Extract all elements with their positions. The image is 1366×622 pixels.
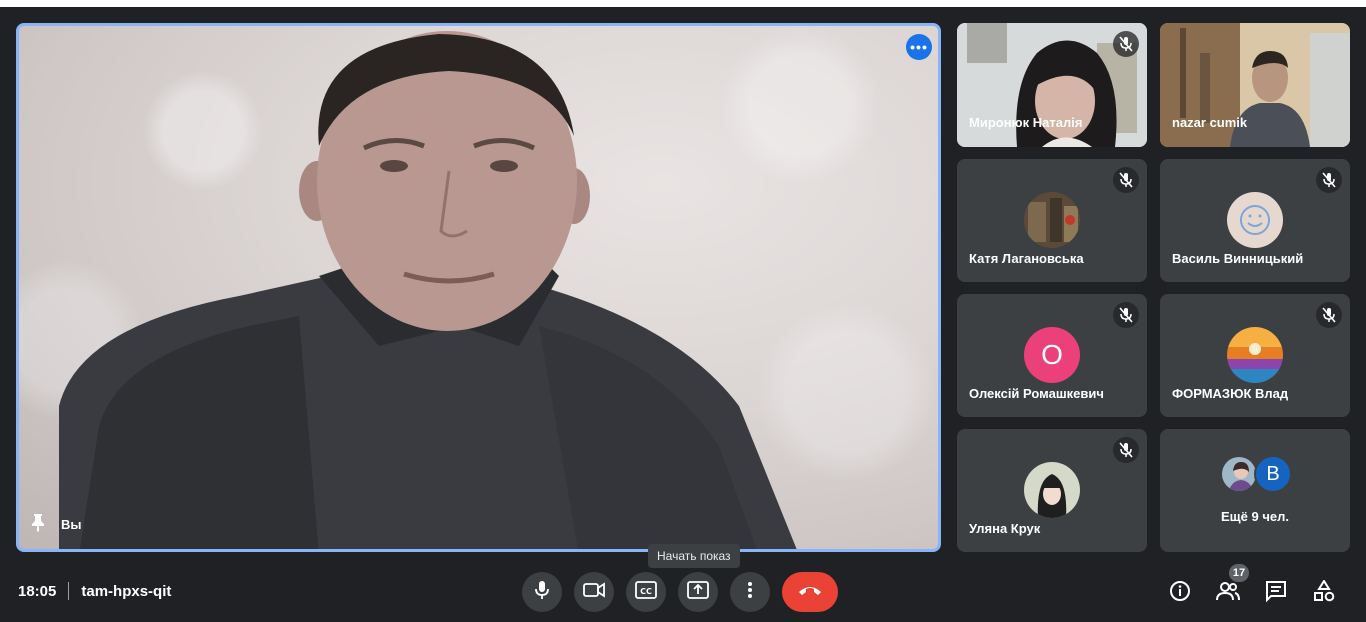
mic-off-icon [1113,167,1139,193]
participant-tile-2[interactable]: nazar cumik [1160,23,1350,147]
main-name-label: Вы [29,512,82,537]
meeting-info: 18:05 tam-hpxs-qit [18,582,171,600]
mic-icon [534,580,550,605]
end-call-icon [797,583,823,601]
main-video-tile[interactable]: ••• Вы [16,23,941,552]
more-avatar-photo [1220,455,1258,493]
participant-tile-1[interactable]: Миронюк Наталія [957,23,1147,147]
present-tooltip: Начать показ [648,544,740,568]
end-call-button[interactable] [782,572,838,612]
self-video-person [59,31,797,549]
more-participants-tile[interactable]: В Ещё 9 чел. [1160,429,1350,552]
mic-off-icon [1113,437,1139,463]
meeting-code: tam-hpxs-qit [81,582,172,600]
participant-tile-4[interactable]: Василь Винницький [1160,159,1350,282]
participant-name-7: Уляна Крук [969,521,1041,536]
captions-button[interactable]: CC [626,572,666,612]
participant-tile-3[interactable]: Катя Лагановська [957,159,1147,282]
participant-avatar-5: О [1024,327,1080,383]
mic-button[interactable] [522,572,562,612]
participant-name-2: nazar cumik [1172,115,1248,130]
self-name: Вы [61,517,82,532]
more-options-icon[interactable]: ••• [906,34,932,60]
more-options-button[interactable] [730,572,770,612]
participant-avatar-3 [1024,192,1080,248]
info-icon[interactable] [1167,578,1193,604]
meeting-time: 18:05 [18,582,57,600]
participant-tile-5[interactable]: О Олексій Ромашкевич [957,294,1147,417]
present-screen-icon [687,580,709,604]
participants-count-badge: 17 [1229,564,1249,582]
camera-button[interactable] [574,572,614,612]
top-strip [0,0,1366,7]
mic-off-icon [1316,302,1342,328]
more-avatar-letter: В [1254,455,1292,493]
participant-avatar-7 [1024,462,1080,518]
present-button[interactable] [678,572,718,612]
more-vertical-icon [747,581,753,604]
participant-name-6: ФОРМАЗЮК Влад [1172,386,1289,401]
activities-icon[interactable] [1311,578,1337,604]
participant-name-1: Миронюк Наталія [969,115,1083,130]
participant-tile-6[interactable]: ФОРМАЗЮК Влад [1160,294,1350,417]
more-participants-label: Ещё 9 чел. [1221,509,1289,524]
participant-tile-7[interactable]: Уляна Крук [957,429,1147,552]
chat-icon[interactable] [1263,578,1289,604]
participant-name-5: Олексій Ромашкевич [969,386,1104,401]
mic-off-icon [1113,31,1139,57]
participant-name-4: Василь Винницький [1172,251,1304,266]
participant-name-3: Катя Лагановська [969,251,1084,266]
participant-avatar-6 [1227,327,1283,383]
divider [68,582,70,600]
participant-avatar-4 [1227,192,1283,248]
mic-off-icon [1113,302,1139,328]
captions-icon: CC [635,580,657,604]
camera-icon [583,581,605,603]
pin-icon[interactable] [29,512,47,537]
svg-text:CC: CC [640,587,652,596]
mic-off-icon [1316,167,1342,193]
